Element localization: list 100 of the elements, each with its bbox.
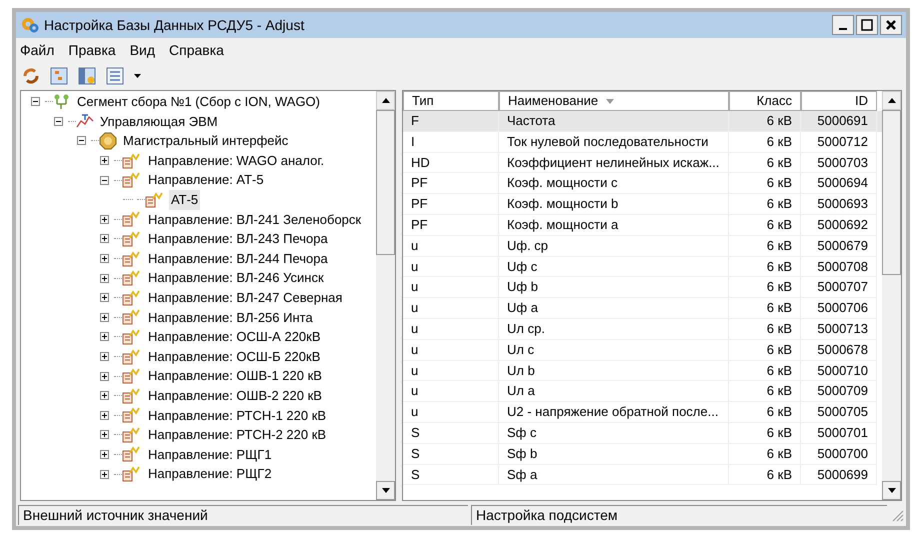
down-arrow-icon <box>382 488 390 493</box>
collapse-toggle[interactable] <box>100 176 109 185</box>
document-chart-icon <box>122 250 142 267</box>
tree-item[interactable]: Направление: РЩГ2 <box>146 464 274 484</box>
tree-item[interactable]: Управляющая ЭВМ <box>98 112 220 132</box>
tree-item[interactable]: Направление: ВЛ-244 Печора <box>146 248 330 268</box>
tree-item[interactable]: Направление: ОШВ-1 220 кВ <box>146 366 324 386</box>
gears-icon <box>20 16 40 34</box>
tree-item[interactable]: Направление: ВЛ-243 Печора <box>146 229 330 249</box>
refresh-icon[interactable] <box>22 67 40 85</box>
document-chart-icon <box>145 192 165 208</box>
collapse-toggle[interactable] <box>54 116 63 126</box>
menu-item[interactable]: Файл <box>20 40 54 60</box>
table-row[interactable]: F Частота 6 кВ 5000691 <box>403 111 882 132</box>
document-chart-icon <box>122 407 142 424</box>
tree-item[interactable]: Направление: ОШВ-2 220 кВ <box>146 386 324 406</box>
expand-toggle[interactable] <box>100 234 109 244</box>
tree-item[interactable]: Направление: РЩГ1 <box>146 444 274 464</box>
scroll-thumb[interactable] <box>882 110 901 275</box>
menu-item[interactable]: Справка <box>169 40 224 60</box>
resize-grip-icon[interactable] <box>890 508 904 522</box>
document-chart-icon <box>122 368 142 384</box>
document-chart-icon <box>122 388 142 404</box>
scrollbar[interactable] <box>376 91 395 500</box>
expand-toggle[interactable] <box>100 293 109 302</box>
status-bar-panel: Внешний источник значений <box>18 505 468 525</box>
expand-toggle[interactable] <box>100 470 109 479</box>
scroll-up-button[interactable] <box>376 91 395 110</box>
tree-item[interactable]: Магистральный интерфейс <box>121 131 290 151</box>
tree-item[interactable]: Направление: РТСН-1 220 кВ <box>146 406 328 426</box>
expand-toggle[interactable] <box>100 372 109 381</box>
table-cell: 6 кВ <box>729 464 801 486</box>
status-bar-panel: Настройка подсистем <box>471 505 887 525</box>
scroll-down-button[interactable] <box>376 481 395 500</box>
down-arrow-icon <box>888 488 896 493</box>
document-chart-icon <box>122 446 142 462</box>
tree-item[interactable]: Направление: ВЛ-256 Инта <box>146 308 315 328</box>
collapse-toggle[interactable] <box>31 97 40 106</box>
expand-toggle[interactable] <box>100 352 109 362</box>
table-cell: 5000699 <box>801 464 877 486</box>
expand-toggle[interactable] <box>100 274 109 283</box>
minimize-button[interactable] <box>832 15 854 35</box>
tree-item[interactable]: Сегмент сбора №1 (Сбор с ION, WAGO) <box>75 92 322 112</box>
expand-toggle[interactable] <box>100 410 109 420</box>
maximize-icon <box>861 19 873 31</box>
tree-item[interactable]: Направление: ОСШ-Б 220кВ <box>146 346 322 366</box>
tree-item[interactable]: Направление: АТ-5 <box>146 170 266 190</box>
expand-toggle[interactable] <box>100 430 109 440</box>
close-button[interactable] <box>880 15 902 35</box>
window-title: Настройка Базы Данных РСДУ5 - Adjust <box>44 16 304 35</box>
expand-toggle[interactable] <box>100 332 109 342</box>
dropdown-caret-icon[interactable] <box>134 74 141 78</box>
sort-caret-icon <box>606 98 614 104</box>
document-chart-icon <box>122 328 142 345</box>
expand-toggle[interactable] <box>100 254 109 264</box>
tree-view-icon[interactable] <box>50 67 68 85</box>
document-chart-icon <box>122 466 142 482</box>
document-chart-icon <box>122 230 142 247</box>
tree-item[interactable]: Направление: WAGO аналог. <box>146 150 326 170</box>
document-chart-icon <box>122 270 142 286</box>
column-header[interactable]: Наименование <box>499 91 729 111</box>
menu-item[interactable]: Вид <box>130 40 156 60</box>
chart-icon <box>76 113 94 130</box>
up-arrow-icon <box>888 98 896 103</box>
expand-toggle[interactable] <box>100 450 109 459</box>
column-header[interactable]: ID <box>801 91 877 111</box>
tree-item[interactable]: АТ-5 <box>169 190 200 210</box>
tree-item[interactable]: Направление: РТСН-2 220 кВ <box>146 425 328 445</box>
up-arrow-icon <box>382 98 390 103</box>
document-chart-icon <box>122 211 142 228</box>
document-chart-icon <box>122 152 142 169</box>
menu-item[interactable]: Правка <box>68 40 116 60</box>
tree-item[interactable]: Направление: ВЛ-246 Усинск <box>146 268 326 288</box>
scroll-thumb[interactable] <box>376 110 395 255</box>
column-header[interactable]: Тип <box>403 91 499 111</box>
expand-toggle[interactable] <box>100 312 109 322</box>
document-chart-icon <box>122 172 142 188</box>
table-cell: Sф а <box>499 464 729 486</box>
tree-item[interactable]: Направление: ВЛ-247 Северная <box>146 288 344 308</box>
scroll-up-button[interactable] <box>882 91 901 110</box>
collapse-toggle[interactable] <box>77 136 86 146</box>
maximize-button[interactable] <box>856 15 878 35</box>
octagon-icon <box>99 132 117 150</box>
close-icon <box>885 19 897 31</box>
document-chart-icon <box>122 290 142 306</box>
document-chart-icon <box>122 426 142 443</box>
minimize-icon <box>839 28 847 30</box>
document-chart-icon <box>122 309 142 326</box>
expand-toggle[interactable] <box>100 214 109 224</box>
tree-item[interactable]: Направление: ОСШ-А 220кВ <box>146 327 323 347</box>
column-header[interactable]: Класс <box>729 91 801 111</box>
tree-item[interactable]: Направление: ВЛ-241 Зеленоборск <box>146 210 364 230</box>
expand-toggle[interactable] <box>100 391 109 400</box>
expand-toggle[interactable] <box>100 156 109 166</box>
table-cell: S <box>403 464 499 486</box>
network-icon <box>53 94 71 110</box>
scrollbar[interactable] <box>882 91 901 500</box>
scroll-down-button[interactable] <box>882 481 901 500</box>
list-view-icon[interactable] <box>106 67 124 85</box>
document-chart-icon <box>122 348 142 365</box>
